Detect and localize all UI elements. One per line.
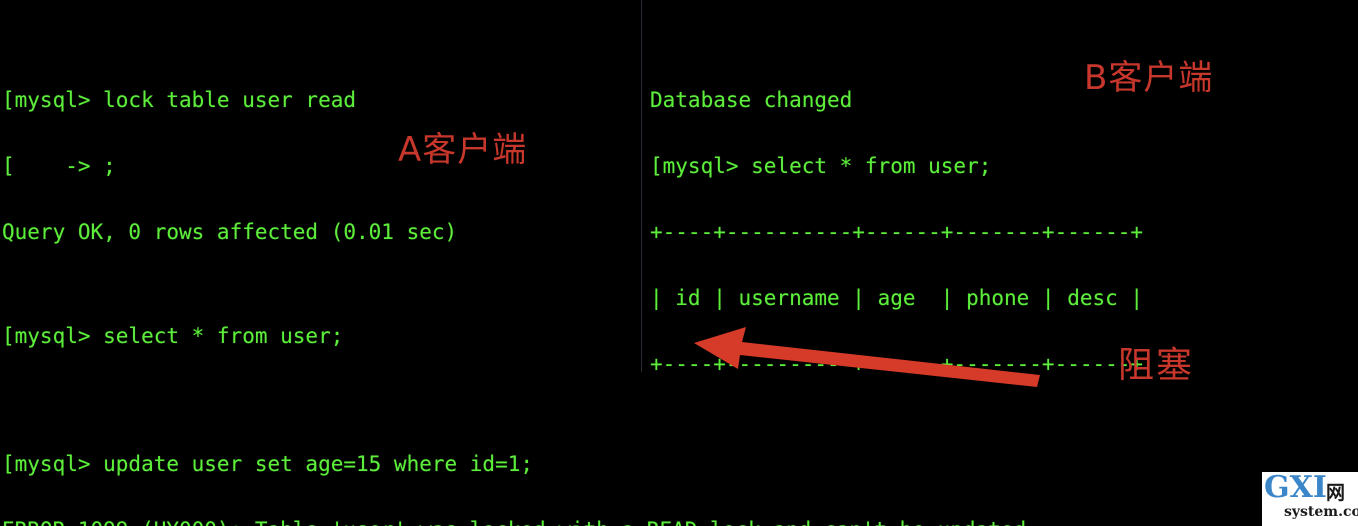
- watermark-domain: system.com: [1284, 504, 1358, 520]
- watermark-logo: GXI 网 system.com: [1262, 472, 1358, 526]
- terminal-a-bottom-output: [mysql> update user set age=15 where id=…: [0, 410, 1358, 526]
- terminal-line: [mysql> select * from user;: [2, 324, 344, 348]
- watermark-cjk-glyph: 网: [1326, 482, 1346, 504]
- terminal-pane-a-bottom[interactable]: [mysql> update user set age=15 where id=…: [0, 372, 1358, 526]
- terminal-line: ERROR 1099 (HY000): Table 'user' was loc…: [2, 516, 1358, 526]
- terminal-line: +----+----------+------+-------+------+: [650, 220, 1144, 244]
- terminal-line: Database changed: [650, 88, 853, 112]
- terminal-line: [mysql> select * from user;: [650, 154, 992, 178]
- terminal-line: [mysql> update user set age=15 where id=…: [2, 452, 534, 476]
- terminal-line: Query OK, 0 rows affected (0.01 sec): [2, 220, 458, 244]
- terminal-line: | id | username | age | phone | desc |: [650, 286, 1144, 310]
- terminal-line: [mysql> lock table user read: [2, 88, 357, 112]
- screenshot-root: [mysql> lock table user read [ -> ; Quer…: [0, 0, 1358, 526]
- terminal-pane-b[interactable]: Database changed [mysql> select * from u…: [641, 0, 1358, 508]
- watermark-letters: GXI: [1264, 472, 1327, 505]
- terminal-line: [ -> ;: [2, 154, 116, 178]
